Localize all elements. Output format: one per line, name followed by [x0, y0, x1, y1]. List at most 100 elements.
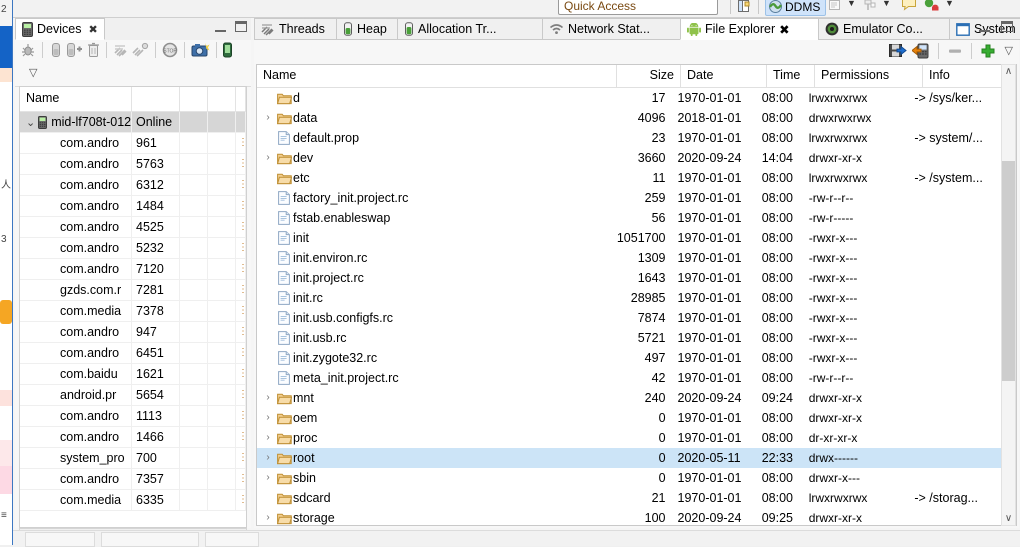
table-row[interactable]: init.environ.rc 1309 1970-01-01 08:00 -rwxr-… [257, 248, 1016, 268]
maximize-icon[interactable] [235, 21, 247, 32]
process-row[interactable]: com.andro 961 ⋮ [20, 133, 246, 154]
device-row[interactable]: ⌄ mid-lf708t-012 Online [20, 112, 246, 133]
open-perspective-icon[interactable] [737, 0, 751, 13]
tab-network-stat[interactable]: Network Stat... [542, 18, 681, 40]
tab-file-explorer[interactable]: File Explorer ✖ [680, 18, 819, 40]
process-row[interactable]: com.media 6335 ⋮ [20, 490, 246, 511]
java-perspective-icon[interactable] [828, 0, 842, 12]
table-row[interactable]: fstab.enableswap 56 1970-01-01 08:00 -rw-r--… [257, 208, 1016, 228]
table-row[interactable]: › proc 0 1970-01-01 08:00 dr-xr-xr-x [257, 428, 1016, 448]
view-menu-icon[interactable]: ▽ [1005, 44, 1013, 57]
devices-overflow-chevron[interactable]: ▽ [29, 66, 37, 79]
expand-arrow-icon[interactable]: › [261, 408, 275, 428]
pull-file-icon[interactable] [888, 42, 907, 59]
java-perspective-chevron-icon[interactable]: ▼ [847, 0, 856, 8]
expand-arrow-icon[interactable]: › [261, 108, 275, 128]
table-row[interactable]: sdcard 21 1970-01-01 08:00 lrwxrwxrwx -> /sto… [257, 488, 1016, 508]
minimize-icon[interactable] [215, 22, 226, 32]
tab-devices[interactable]: Devices ✖ [15, 18, 105, 40]
speech-bubble-icon[interactable] [901, 0, 917, 11]
push-file-icon[interactable] [911, 42, 930, 59]
process-row[interactable]: gzds.com.r 7281 ⋮ [20, 280, 246, 301]
table-row[interactable]: init.project.rc 1643 1970-01-01 08:00 -rwxr-… [257, 268, 1016, 288]
file-table[interactable]: Name Size Date Time Permissions Info d 17… [256, 64, 1017, 526]
process-row[interactable]: com.media 7378 ⋮ [20, 301, 246, 322]
devices-col-2[interactable] [132, 87, 180, 111]
devices-col-name[interactable]: Name [20, 87, 132, 111]
expand-arrow-icon[interactable]: › [261, 428, 275, 448]
tab-threads[interactable]: Threads [254, 18, 337, 40]
tab-emulator-co[interactable]: Emulator Co... [818, 18, 950, 40]
table-row[interactable]: › data 4096 2018-01-01 08:00 drwxrwxrwx [257, 108, 1016, 128]
quick-access-input[interactable]: Quick Access [558, 0, 718, 15]
expand-arrow-icon[interactable]: › [261, 388, 275, 408]
process-row[interactable]: system_pro 700 ⋮ [20, 448, 246, 469]
close-icon[interactable]: ✖ [779, 22, 789, 37]
dump-hprof-trash-icon[interactable] [87, 42, 100, 58]
process-row[interactable]: com.andro 4525 ⋮ [20, 217, 246, 238]
table-row[interactable]: init 1051700 1970-01-01 08:00 -rwxr-x--- [257, 228, 1016, 248]
table-row[interactable]: › dev 3660 2020-09-24 14:04 drwxr-xr-x [257, 148, 1016, 168]
process-row[interactable]: com.baidu 1621 ⋮ [20, 364, 246, 385]
expand-arrow-icon[interactable]: › [261, 448, 275, 468]
scrollbar-thumb[interactable] [1002, 161, 1015, 381]
update-threads-icon[interactable] [113, 42, 129, 58]
file-table-vertical-scrollbar[interactable]: ∧ ∨ [1001, 64, 1016, 526]
devices-table[interactable]: Name ⌄ mid-lf708t-012 Online com.andro 9… [19, 86, 247, 528]
dump-hprof-icon[interactable] [66, 42, 84, 58]
close-icon[interactable]: ✖ [88, 23, 97, 36]
new-folder-icon[interactable] [980, 43, 996, 59]
maximize-icon[interactable] [1001, 21, 1013, 32]
process-row[interactable]: com.andro 1113 ⋮ [20, 406, 246, 427]
col-name[interactable]: Name [257, 65, 617, 87]
table-row[interactable]: › oem 0 1970-01-01 08:00 drwxr-xr-x [257, 408, 1016, 428]
table-row[interactable]: factory_init.project.rc 259 1970-01-01 08:0… [257, 188, 1016, 208]
update-heap-icon[interactable] [49, 42, 63, 58]
table-row[interactable]: init.rc 28985 1970-01-01 08:00 -rwxr-x--- [257, 288, 1016, 308]
minimize-icon[interactable] [979, 22, 990, 32]
process-row[interactable]: com.andro 1484 ⋮ [20, 196, 246, 217]
process-row[interactable]: com.andro 7120 ⋮ [20, 259, 246, 280]
debug-process-icon[interactable] [20, 42, 36, 58]
table-row[interactable]: › root 0 2020-05-11 22:33 drwx------ [257, 448, 1016, 468]
phone-call-icon[interactable] [924, 0, 940, 12]
process-row[interactable]: com.andro 6312 ⋮ [20, 175, 246, 196]
process-row[interactable]: com.andro 6451 ⋮ [20, 343, 246, 364]
table-row[interactable]: › storage 100 2020-09-24 09:25 drwxr-xr-x [257, 508, 1016, 525]
scroll-up-icon[interactable]: ∧ [1002, 66, 1015, 77]
col-size[interactable]: Size [617, 65, 681, 87]
start-method-profiling-icon[interactable] [132, 42, 149, 58]
scroll-down-icon[interactable]: ∨ [1002, 513, 1015, 524]
table-row[interactable]: › mnt 240 2020-09-24 09:24 drwxr-xr-x [257, 388, 1016, 408]
perspective-ddms-button[interactable]: DDMS [765, 0, 827, 16]
process-row[interactable]: com.andro 7357 ⋮ [20, 469, 246, 490]
table-row[interactable]: meta_init.project.rc 42 1970-01-01 08:00 -rw… [257, 368, 1016, 388]
devices-col-4[interactable] [208, 87, 236, 111]
devices-col-3[interactable] [180, 87, 208, 111]
table-row[interactable]: d 17 1970-01-01 08:00 lrwxrwxrwx -> /sys/ker.… [257, 88, 1016, 108]
delete-icon[interactable] [947, 43, 963, 59]
chevron-down-icon[interactable]: ⌄ [26, 116, 35, 129]
expand-arrow-icon[interactable]: › [261, 148, 275, 168]
process-row[interactable]: com.andro 5763 ⋮ [20, 154, 246, 175]
expand-arrow-icon[interactable]: › [261, 468, 275, 488]
col-date[interactable]: Date [681, 65, 767, 87]
tab-allocation-tr[interactable]: Allocation Tr... [397, 18, 543, 40]
table-row[interactable]: etc 11 1970-01-01 08:00 lrwxrwxrwx -> /system… [257, 168, 1016, 188]
expand-arrow-icon[interactable]: › [261, 508, 275, 525]
table-row[interactable]: init.usb.rc 5721 1970-01-01 08:00 -rwxr-x--- [257, 328, 1016, 348]
tab-heap[interactable]: Heap [336, 18, 398, 40]
table-row[interactable]: › sbin 0 1970-01-01 08:00 drwxr-x--- [257, 468, 1016, 488]
process-row[interactable]: android.pr 5654 ⋮ [20, 385, 246, 406]
table-row[interactable]: init.usb.configfs.rc 7874 1970-01-01 08:00 -… [257, 308, 1016, 328]
pin-perspective-icon[interactable] [863, 0, 877, 12]
table-row[interactable]: init.zygote32.rc 497 1970-01-01 08:00 -rwxr-… [257, 348, 1016, 368]
process-row[interactable]: com.andro 1466 ⋮ [20, 427, 246, 448]
col-info[interactable]: Info [923, 65, 1003, 87]
screen-capture-icon[interactable] [191, 42, 210, 58]
col-permissions[interactable]: Permissions [815, 65, 923, 87]
dump-view-hierarchy-icon[interactable] [223, 42, 232, 58]
devices-col-5[interactable] [236, 87, 246, 111]
phone-chevron-icon[interactable]: ▼ [945, 0, 954, 8]
stop-process-icon[interactable]: STOP [162, 42, 178, 58]
